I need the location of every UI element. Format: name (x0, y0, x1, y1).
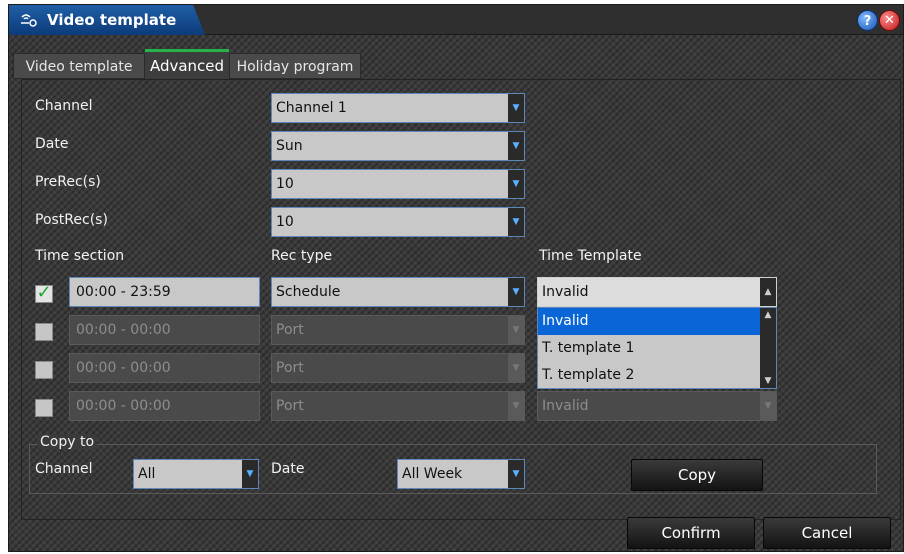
copy-date-value: All Week (402, 466, 463, 482)
dropdown-scrollbar[interactable]: ▲ ▼ (760, 308, 776, 388)
cancel-button[interactable]: Cancel (763, 517, 891, 549)
video-template-window: Video template ? ✕ Video template Advanc… (8, 4, 904, 552)
rec-type-select-3: Port ▼ (271, 353, 525, 383)
help-button[interactable]: ? (857, 10, 878, 31)
tab-video-template[interactable]: Video template (13, 53, 145, 79)
time-section-header: Time section (35, 248, 125, 264)
date-select-value: Sun (276, 138, 303, 154)
dropdown-option-template-1[interactable]: T. template 1 (538, 335, 760, 362)
time-template-dropdown-list[interactable]: Invalid T. template 1 T. template 2 ▲ ▼ (537, 307, 777, 389)
window-title: Video template (47, 11, 177, 29)
date-select[interactable]: Sun ▼ (271, 131, 525, 161)
channel-select-value: Channel 1 (276, 100, 347, 116)
rec-type-header: Rec type (271, 248, 333, 264)
confirm-button[interactable]: Confirm (627, 517, 755, 549)
tab-holiday-program[interactable]: Holiday program (229, 53, 361, 79)
copy-date-select[interactable]: All Week ▼ (397, 459, 525, 489)
chevron-down-icon: ▼ (508, 354, 524, 382)
postrec-select-value: 10 (276, 214, 294, 230)
prerec-label: PreRec(s) (35, 174, 101, 190)
chevron-down-icon[interactable]: ▼ (508, 170, 524, 198)
copy-channel-value: All (138, 466, 156, 482)
signal-icon-svg (21, 14, 37, 27)
dropdown-option-template-2[interactable]: T. template 2 (538, 362, 760, 389)
chevron-down-icon: ▼ (508, 316, 524, 344)
rec-type-select-4: Port ▼ (271, 391, 525, 421)
prerec-select[interactable]: 10 ▼ (271, 169, 525, 199)
rec-type-select-2: Port ▼ (271, 315, 525, 345)
close-button[interactable]: ✕ (879, 10, 900, 31)
title-bar[interactable]: Video template ? ✕ (9, 5, 903, 35)
time-template-header: Time Template (539, 248, 642, 264)
time-section-checkbox-2[interactable] (35, 323, 53, 341)
time-range-field-3: 00:00 - 00:00 (69, 353, 260, 383)
chevron-down-icon[interactable]: ▼ (508, 460, 524, 488)
chevron-down-icon: ▼ (760, 392, 776, 420)
rec-type-select-1[interactable]: Schedule ▼ (271, 277, 525, 307)
tab-advanced[interactable]: Advanced (145, 49, 229, 79)
dropdown-option-invalid[interactable]: Invalid (538, 308, 760, 335)
postrec-label: PostRec(s) (35, 212, 108, 228)
time-template-value-4: Invalid (542, 398, 589, 414)
channel-select[interactable]: Channel 1 ▼ (271, 93, 525, 123)
copy-channel-select[interactable]: All ▼ (133, 459, 259, 489)
chevron-down-icon[interactable]: ▼ (508, 94, 524, 122)
chevron-down-icon[interactable]: ▼ (508, 132, 524, 160)
signal-icon (19, 11, 39, 29)
time-range-field-4: 00:00 - 00:00 (69, 391, 260, 421)
time-template-select-1[interactable]: Invalid ▲ (537, 277, 777, 307)
time-section-checkbox-1[interactable]: ✓ (35, 284, 53, 303)
rec-type-value-1: Schedule (276, 284, 341, 300)
scroll-up-icon[interactable]: ▲ (760, 308, 776, 322)
chevron-down-icon[interactable]: ▼ (508, 278, 524, 306)
chevron-down-icon[interactable]: ▼ (508, 208, 524, 236)
channel-label: Channel (35, 98, 93, 114)
time-template-value-1: Invalid (542, 284, 589, 300)
date-label: Date (35, 136, 69, 152)
time-range-field-2: 00:00 - 00:00 (69, 315, 260, 345)
chevron-down-icon: ▼ (508, 392, 524, 420)
time-template-select-4: Invalid ▼ (537, 391, 777, 421)
copy-button[interactable]: Copy (631, 459, 763, 491)
rec-type-value-3: Port (276, 360, 304, 376)
rec-type-value-2: Port (276, 322, 304, 338)
chevron-up-icon[interactable]: ▲ (760, 278, 776, 306)
rec-type-value-4: Port (276, 398, 304, 414)
postrec-select[interactable]: 10 ▼ (271, 207, 525, 237)
time-section-checkbox-4[interactable] (35, 399, 53, 417)
prerec-select-value: 10 (276, 176, 294, 192)
copy-date-label: Date (271, 461, 305, 477)
chevron-down-icon[interactable]: ▼ (242, 460, 258, 488)
copy-channel-label: Channel (35, 461, 93, 477)
time-range-field-1[interactable]: 00:00 - 23:59 (69, 277, 260, 307)
copy-to-legend: Copy to (37, 434, 98, 450)
scroll-down-icon[interactable]: ▼ (760, 374, 776, 388)
time-section-checkbox-3[interactable] (35, 361, 53, 379)
